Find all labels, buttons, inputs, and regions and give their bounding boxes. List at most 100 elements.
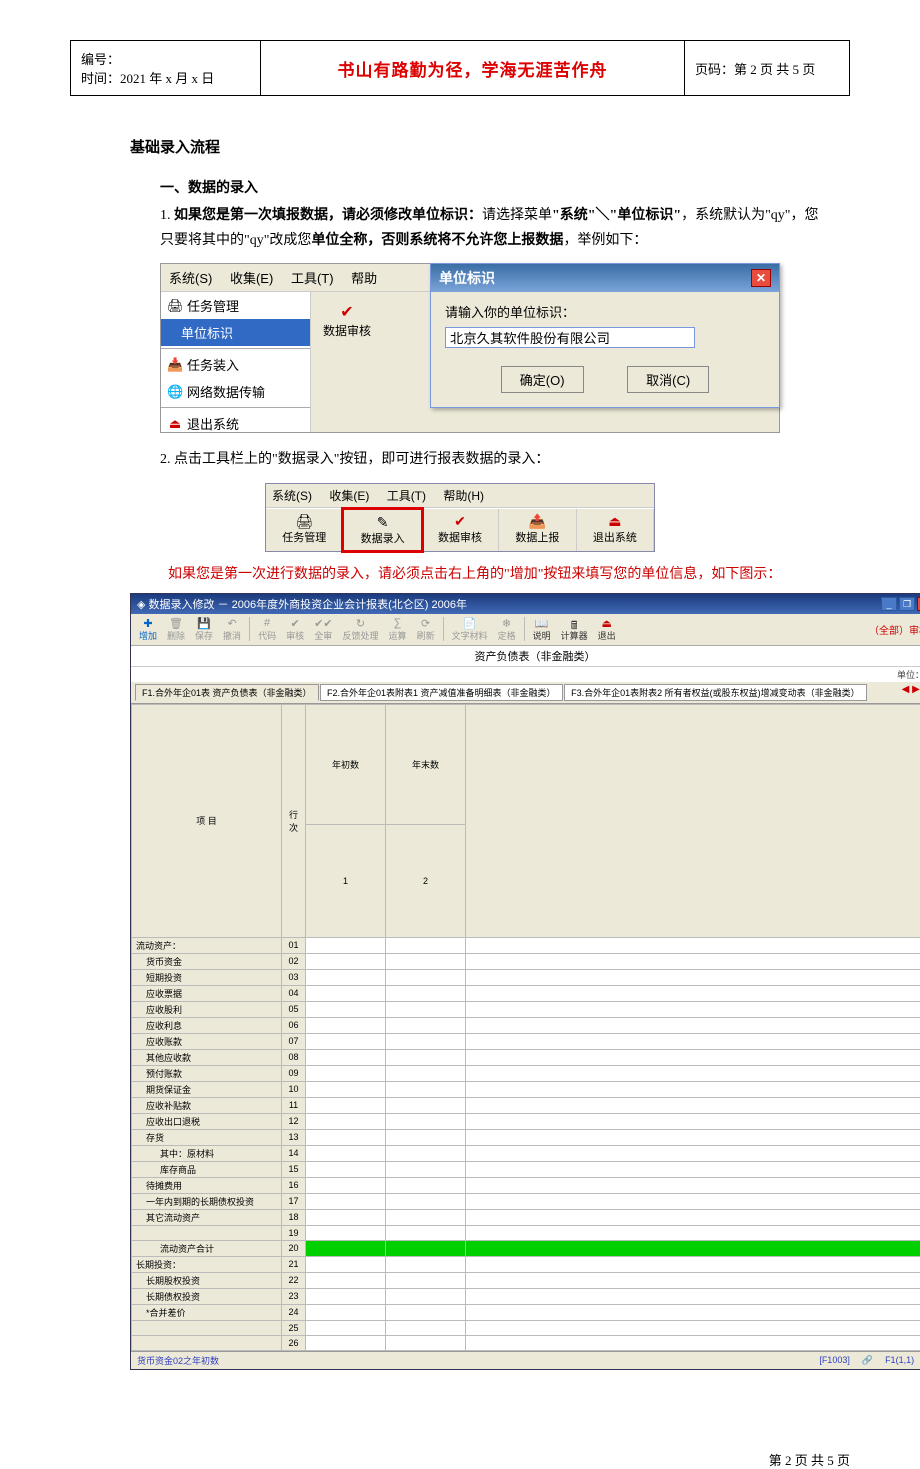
menu-tools[interactable]: 工具(T) bbox=[387, 489, 426, 503]
cell-begin[interactable] bbox=[306, 969, 386, 985]
cell-begin[interactable] bbox=[306, 1001, 386, 1017]
cell-begin[interactable] bbox=[306, 1129, 386, 1145]
tb-calculator[interactable]: 🖩计算器 bbox=[557, 616, 592, 643]
cell-begin[interactable] bbox=[306, 1209, 386, 1225]
tb-feedback[interactable]: ↻反馈处理 bbox=[339, 616, 383, 643]
cell-begin[interactable] bbox=[306, 1081, 386, 1097]
tb-freeze[interactable]: ❄定格 bbox=[494, 616, 520, 643]
menu-help[interactable]: 帮助 bbox=[351, 271, 377, 286]
cell-begin[interactable] bbox=[306, 953, 386, 969]
cell-end[interactable] bbox=[386, 985, 466, 1001]
cell-end[interactable] bbox=[386, 1113, 466, 1129]
cancel-button[interactable]: 取消(C) bbox=[627, 366, 709, 393]
close-icon[interactable]: ✕ bbox=[751, 269, 771, 287]
cell-begin[interactable] bbox=[306, 1049, 386, 1065]
tb-task-manage[interactable]: 🖨任务管理 bbox=[266, 509, 343, 551]
tb-data-report[interactable]: 📤数据上报 bbox=[499, 509, 576, 551]
cell-end[interactable] bbox=[386, 953, 466, 969]
maximize-icon[interactable]: ❐ bbox=[899, 597, 915, 611]
cell-begin[interactable] bbox=[306, 1193, 386, 1209]
cell-end[interactable] bbox=[386, 1049, 466, 1065]
cell-begin[interactable] bbox=[306, 1256, 386, 1272]
tab-f2[interactable]: F2.合外年企01表附表1 资产减值准备明细表（非金融类） bbox=[320, 684, 563, 701]
unit-id-input[interactable] bbox=[445, 327, 695, 348]
menu-collect[interactable]: 收集(E) bbox=[230, 271, 273, 286]
cell-begin[interactable] bbox=[306, 985, 386, 1001]
cell-begin[interactable] bbox=[306, 1320, 386, 1335]
cell-end[interactable] bbox=[386, 1335, 466, 1350]
cell-end[interactable] bbox=[386, 1129, 466, 1145]
cell-end[interactable] bbox=[386, 1033, 466, 1049]
tb-code[interactable]: #代码 bbox=[254, 616, 280, 643]
cell-end[interactable] bbox=[386, 1177, 466, 1193]
ok-button[interactable]: 确定(O) bbox=[501, 366, 584, 393]
tab-f1[interactable]: F1.合外年企01表 资产负债表（非金融类） bbox=[135, 684, 319, 701]
tb-delete[interactable]: 🗑删除 bbox=[163, 616, 189, 643]
cell-end[interactable] bbox=[386, 1272, 466, 1288]
tb-audit[interactable]: ✔审核 bbox=[282, 616, 308, 643]
menu-item-unit-id[interactable]: 单位标识 bbox=[161, 319, 310, 346]
menu-item-exit[interactable]: ⏏退出系统 bbox=[161, 410, 310, 437]
tb-textmat[interactable]: 📄文字材料 bbox=[448, 616, 492, 643]
cell-end[interactable] bbox=[386, 1304, 466, 1320]
tb-save[interactable]: 💾保存 bbox=[191, 616, 217, 643]
cell-end[interactable] bbox=[386, 1225, 466, 1240]
cell-end[interactable] bbox=[386, 1065, 466, 1081]
menu-item-network[interactable]: 🌐网络数据传输 bbox=[161, 378, 310, 405]
menu-tools[interactable]: 工具(T) bbox=[291, 271, 334, 286]
cell-end[interactable] bbox=[386, 1097, 466, 1113]
tab-f3[interactable]: F3.合外年企01表附表2 所有者权益(或股东权益)增减变动表（非金融类） bbox=[564, 684, 867, 701]
cell-begin[interactable] bbox=[306, 1304, 386, 1320]
cell-end[interactable] bbox=[386, 1256, 466, 1272]
menu-help[interactable]: 帮助(H) bbox=[443, 489, 484, 503]
cell-end[interactable] bbox=[386, 937, 466, 953]
tb-label: 数据录入 bbox=[361, 533, 405, 545]
cell-end[interactable] bbox=[386, 1320, 466, 1335]
cell-blank bbox=[466, 985, 920, 1001]
cell-end[interactable] bbox=[386, 1145, 466, 1161]
tb-data-entry[interactable]: ✎数据录入 bbox=[341, 507, 423, 553]
cell-begin[interactable] bbox=[306, 1145, 386, 1161]
cell-begin[interactable] bbox=[306, 1017, 386, 1033]
tb-audit-button[interactable]: ✔ 数据审核 bbox=[319, 300, 375, 341]
tb-add[interactable]: ✚增加 bbox=[135, 616, 161, 643]
cell-begin[interactable] bbox=[306, 1177, 386, 1193]
menu-system[interactable]: 系统(S) bbox=[272, 489, 312, 503]
tb-data-audit[interactable]: ✔数据审核 bbox=[422, 509, 499, 551]
cell-begin[interactable] bbox=[306, 1335, 386, 1350]
cell-begin[interactable] bbox=[306, 937, 386, 953]
cell-begin[interactable] bbox=[306, 1240, 386, 1256]
minimize-icon[interactable]: _ bbox=[881, 597, 897, 611]
tb-calc[interactable]: ∑运算 bbox=[385, 616, 411, 643]
cell-begin[interactable] bbox=[306, 1033, 386, 1049]
menu-system[interactable]: 系统(S) bbox=[169, 271, 212, 286]
cell-end[interactable] bbox=[386, 1161, 466, 1177]
tb-exit[interactable]: ⏏退出系统 bbox=[577, 509, 654, 551]
tb-desc[interactable]: 📖说明 bbox=[529, 616, 555, 643]
cell-end[interactable] bbox=[386, 1001, 466, 1017]
tb-refresh[interactable]: ⟳刷新 bbox=[413, 616, 439, 643]
tb-undo[interactable]: ↶撤消 bbox=[219, 616, 245, 643]
cell-blank bbox=[466, 1113, 920, 1129]
cell-end[interactable] bbox=[386, 969, 466, 985]
tab-nav[interactable]: ◀ ▶ 🔍 bbox=[902, 684, 920, 695]
cell-end[interactable] bbox=[386, 1209, 466, 1225]
cell-end[interactable] bbox=[386, 1240, 466, 1256]
cell-begin[interactable] bbox=[306, 1065, 386, 1081]
cell-begin[interactable] bbox=[306, 1161, 386, 1177]
menu-item-task-load[interactable]: 📥任务装入 bbox=[161, 351, 310, 378]
menu-collect[interactable]: 收集(E) bbox=[329, 489, 369, 503]
cell-begin[interactable] bbox=[306, 1113, 386, 1129]
tb-exit[interactable]: ⏏退出 bbox=[594, 616, 620, 643]
cell-end[interactable] bbox=[386, 1017, 466, 1033]
undo-icon: ↶ bbox=[223, 617, 241, 629]
cell-begin[interactable] bbox=[306, 1225, 386, 1240]
cell-begin[interactable] bbox=[306, 1272, 386, 1288]
cell-begin[interactable] bbox=[306, 1097, 386, 1113]
cell-blank bbox=[466, 1081, 920, 1097]
menu-item-task-manage[interactable]: 🖨任务管理 bbox=[161, 292, 310, 319]
cell-blank bbox=[466, 1017, 920, 1033]
cell-end[interactable] bbox=[386, 1193, 466, 1209]
cell-end[interactable] bbox=[386, 1081, 466, 1097]
tb-fullaudit[interactable]: ✔✔全审 bbox=[310, 616, 336, 643]
